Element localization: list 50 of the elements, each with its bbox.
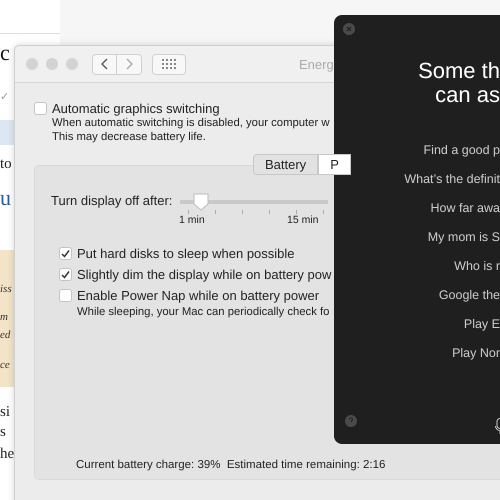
page-text: iss bbox=[0, 283, 12, 295]
slider-thumb[interactable] bbox=[193, 193, 210, 211]
help-icon[interactable] bbox=[345, 415, 357, 427]
close-button[interactable] bbox=[26, 58, 38, 70]
checkbox[interactable] bbox=[34, 102, 47, 115]
suggestion: Play Nor bbox=[452, 345, 500, 362]
suggestion: Find a good p bbox=[424, 142, 500, 159]
battery-status: Current battery charge: 39% Estimated time remaining: 2:16 bbox=[76, 459, 386, 471]
tab[interactable]: Battery bbox=[253, 154, 318, 175]
close-icon[interactable] bbox=[343, 23, 355, 35]
page-text[interactable]: u bbox=[0, 185, 11, 211]
show-all-button[interactable] bbox=[152, 54, 186, 74]
chevron-left-icon bbox=[100, 58, 108, 70]
suggestion: How far awa bbox=[430, 200, 500, 217]
window-title: Energ bbox=[299, 56, 334, 72]
tick-label: 1 min bbox=[179, 214, 206, 226]
page-text: ed bbox=[0, 329, 10, 341]
check-mark: ✓ bbox=[0, 90, 9, 103]
tab[interactable]: P bbox=[318, 154, 351, 175]
checkbox-label: Put hard disks to sleep when possible bbox=[77, 246, 295, 261]
description-text: While sleeping, your Mac can periodically check fo bbox=[77, 305, 330, 319]
suggestion: My mom is S bbox=[428, 229, 500, 246]
suggestion: Who is r bbox=[454, 258, 500, 275]
zoom-button[interactable] bbox=[66, 58, 78, 70]
suggestion: Google the bbox=[438, 287, 500, 304]
checkbox-label: Automatic graphics switching bbox=[52, 101, 220, 116]
panel-title: can as bbox=[434, 83, 500, 107]
page-text: to bbox=[0, 156, 12, 173]
description-text: This may decrease battery life. bbox=[52, 130, 207, 144]
page-text: s bbox=[0, 424, 6, 441]
tick-label: 15 min bbox=[287, 214, 320, 226]
checkbox-label: Slightly dim the display while on battery pow bbox=[77, 267, 332, 282]
page-text: ce bbox=[0, 359, 10, 371]
page-text: m bbox=[0, 311, 8, 323]
suggestion: Play E bbox=[464, 316, 500, 333]
page-text: si bbox=[0, 404, 10, 421]
minimize-button[interactable] bbox=[46, 58, 58, 70]
grid-icon bbox=[162, 59, 176, 69]
slider-label: Turn display off after: bbox=[51, 193, 172, 208]
chevron-right-icon bbox=[125, 58, 133, 70]
panel-title: Some th bbox=[417, 59, 500, 83]
page-text: c bbox=[0, 40, 10, 66]
checkbox[interactable] bbox=[59, 247, 72, 260]
back-button[interactable] bbox=[92, 54, 117, 74]
page-text: he bbox=[0, 446, 14, 463]
checkbox[interactable] bbox=[59, 289, 72, 302]
suggestion: What’s the definit bbox=[404, 171, 500, 188]
description-text: When automatic switching is disabled, your computer w bbox=[52, 116, 331, 130]
checkbox-label: Enable Power Nap while on battery power bbox=[77, 288, 320, 303]
checkbox[interactable] bbox=[59, 268, 72, 281]
